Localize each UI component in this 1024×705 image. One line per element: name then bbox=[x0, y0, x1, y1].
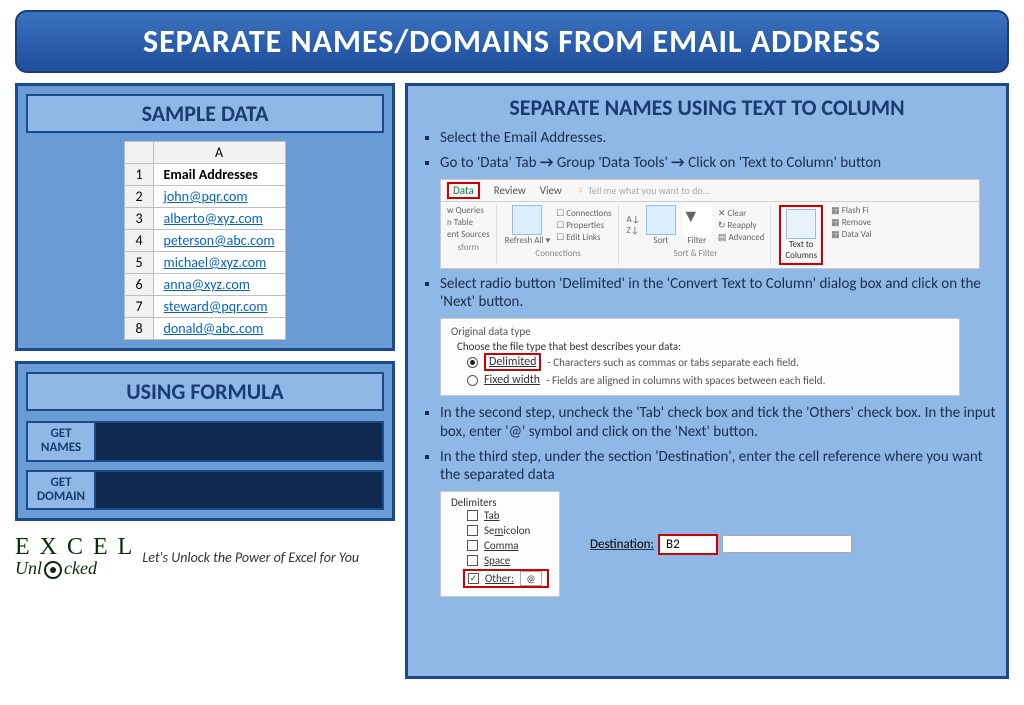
footer-logo-row: E X C E L Unlcked Let's Unlock the Power… bbox=[15, 535, 395, 579]
filter-icon[interactable]: ▼ bbox=[682, 205, 712, 235]
ribbon-group-transform: w Queries n Table ent Sources sform bbox=[447, 205, 497, 265]
destination-row: Destination: B2 bbox=[590, 534, 852, 555]
ribbon-tab-data[interactable]: Data bbox=[447, 182, 480, 199]
get-names-label: GET NAMES bbox=[26, 421, 96, 462]
step-3: Select radio button 'Delimited' in the '… bbox=[440, 275, 996, 313]
get-names-box bbox=[96, 421, 384, 462]
bulb-icon: ♀ bbox=[576, 184, 585, 198]
tell-me-search[interactable]: ♀Tell me what you want to do... bbox=[576, 183, 710, 198]
row-number: 5 bbox=[125, 252, 153, 274]
step-1: Select the Email Addresses. bbox=[440, 129, 996, 148]
sample-table: A 1Email Addresses 2john@pqr.com 3albert… bbox=[124, 141, 285, 340]
wizard-step1-dialog: Original data type Choose the file type … bbox=[440, 318, 960, 396]
email-cell: michael@xyz.com bbox=[153, 252, 285, 274]
semicolon-checkbox[interactable]: Semicolon bbox=[467, 524, 549, 537]
refresh-icon[interactable] bbox=[512, 205, 542, 235]
get-domain-label: GET DOMAIN bbox=[26, 470, 96, 511]
table-header-cell: Email Addresses bbox=[153, 164, 285, 186]
ribbon-group-sort-filter: A↓Z↓ Sort ▼ Filter ✕ Clear ↻ bbox=[627, 205, 772, 265]
row-number: 6 bbox=[125, 274, 153, 296]
column-a-header: A bbox=[153, 142, 285, 164]
step-4: In the second step, uncheck the 'Tab' ch… bbox=[440, 404, 996, 442]
content-row: SAMPLE DATA A 1Email Addresses 2john@pqr… bbox=[0, 83, 1024, 679]
tab-checkbox[interactable]: Tab bbox=[467, 509, 549, 522]
ribbon-group-data-tools: ▦ Flash Fi ▦ Remove ▦ Data Val bbox=[831, 205, 878, 265]
corner-cell bbox=[125, 142, 153, 164]
formula-panel: USING FORMULA GET NAMES GET DOMAIN bbox=[15, 361, 395, 521]
radio-icon bbox=[467, 357, 478, 368]
ribbon-body: w Queries n Table ent Sources sform Refr… bbox=[441, 202, 979, 268]
fixed-width-label: Fixed width bbox=[484, 373, 540, 387]
comma-checkbox[interactable]: Comma bbox=[467, 539, 549, 552]
wizard-step2-3-snip: Delimiters Tab Semicolon Comma Space ✓ O… bbox=[440, 491, 996, 597]
checkmark-icon: ✓ bbox=[468, 573, 479, 584]
arrow-icon: → bbox=[540, 154, 554, 172]
row-number: 7 bbox=[125, 296, 153, 318]
row-number: 2 bbox=[125, 186, 153, 208]
email-cell: steward@pqr.com bbox=[153, 296, 285, 318]
sort-icon[interactable] bbox=[646, 205, 676, 235]
left-column: SAMPLE DATA A 1Email Addresses 2john@pqr… bbox=[15, 83, 395, 679]
row-number: 8 bbox=[125, 318, 153, 340]
steps-list: Select the Email Addresses. Go to 'Data'… bbox=[418, 129, 996, 173]
text-to-columns-button[interactable]: Text to Columns bbox=[779, 205, 823, 265]
row-number: 3 bbox=[125, 208, 153, 230]
destination-input[interactable]: B2 bbox=[658, 534, 718, 555]
delimited-desc: - Characters such as commas or tabs sepa… bbox=[547, 356, 798, 369]
sample-data-panel: SAMPLE DATA A 1Email Addresses 2john@pqr… bbox=[15, 83, 395, 351]
fixed-width-desc: - Fields are aligned in columns with spa… bbox=[546, 374, 825, 387]
tagline: Let's Unlock the Power of Excel for You bbox=[142, 549, 359, 566]
ribbon-tabs: Data Review View ♀Tell me what you want … bbox=[441, 180, 979, 202]
other-delimiter-input[interactable]: @ bbox=[520, 571, 542, 586]
excel-ribbon: Data Review View ♀Tell me what you want … bbox=[440, 179, 980, 269]
delimiters-box: Delimiters Tab Semicolon Comma Space ✓ O… bbox=[440, 491, 560, 597]
email-cell: anna@xyz.com bbox=[153, 274, 285, 296]
arrow-icon: → bbox=[671, 154, 685, 172]
email-cell: peterson@abc.com bbox=[153, 230, 285, 252]
destination-field-extra[interactable] bbox=[722, 535, 852, 553]
ribbon-group-connections: Refresh All ▾ ☐ Connections ☐ Properties… bbox=[505, 205, 619, 265]
ribbon-tab-review[interactable]: Review bbox=[494, 184, 526, 197]
step-5: In the third step, under the section 'De… bbox=[440, 448, 996, 486]
row-number: 4 bbox=[125, 230, 153, 252]
right-column: SEPARATE NAMES USING TEXT TO COLUMN Sele… bbox=[405, 83, 1009, 679]
other-checkbox[interactable]: ✓ Other: @ bbox=[463, 569, 549, 588]
right-header: SEPARATE NAMES USING TEXT TO COLUMN bbox=[418, 94, 996, 121]
steps-list-3: In the second step, uncheck the 'Tab' ch… bbox=[418, 404, 996, 485]
radio-icon bbox=[467, 375, 478, 386]
original-data-type-label: Original data type bbox=[451, 325, 949, 338]
excel-unlocked-logo: E X C E L Unlcked bbox=[15, 535, 134, 579]
ribbon-tab-view[interactable]: View bbox=[540, 184, 562, 197]
email-cell: alberto@xyz.com bbox=[153, 208, 285, 230]
get-domain-box bbox=[96, 470, 384, 511]
email-cell: john@pqr.com bbox=[153, 186, 285, 208]
steps-list-2: Select radio button 'Delimited' in the '… bbox=[418, 275, 996, 313]
space-checkbox[interactable]: Space bbox=[467, 554, 549, 567]
text-to-column-panel: SEPARATE NAMES USING TEXT TO COLUMN Sele… bbox=[405, 83, 1009, 679]
delimited-label: Delimited bbox=[484, 353, 541, 371]
page-title: SEPARATE NAMES/DOMAINS FROM EMAIL ADDRES… bbox=[15, 10, 1009, 73]
delimited-radio-row[interactable]: Delimited - Characters such as commas or… bbox=[467, 353, 949, 371]
keyhole-icon bbox=[44, 561, 62, 579]
delimiters-label: Delimiters bbox=[451, 496, 549, 509]
step-2: Go to 'Data' Tab → Group 'Data Tools' → … bbox=[440, 154, 996, 173]
sample-data-header: SAMPLE DATA bbox=[26, 94, 384, 133]
get-names-row: GET NAMES bbox=[26, 421, 384, 462]
text-to-columns-icon bbox=[786, 209, 816, 239]
fixed-width-radio-row[interactable]: Fixed width - Fields are aligned in colu… bbox=[467, 373, 949, 387]
choose-prompt: Choose the file type that best describes… bbox=[457, 340, 949, 353]
row-number: 1 bbox=[125, 164, 153, 186]
email-cell: donald@abc.com bbox=[153, 318, 285, 340]
destination-label: Destination: bbox=[590, 537, 654, 552]
get-domain-row: GET DOMAIN bbox=[26, 470, 384, 511]
formula-header: USING FORMULA bbox=[26, 372, 384, 411]
